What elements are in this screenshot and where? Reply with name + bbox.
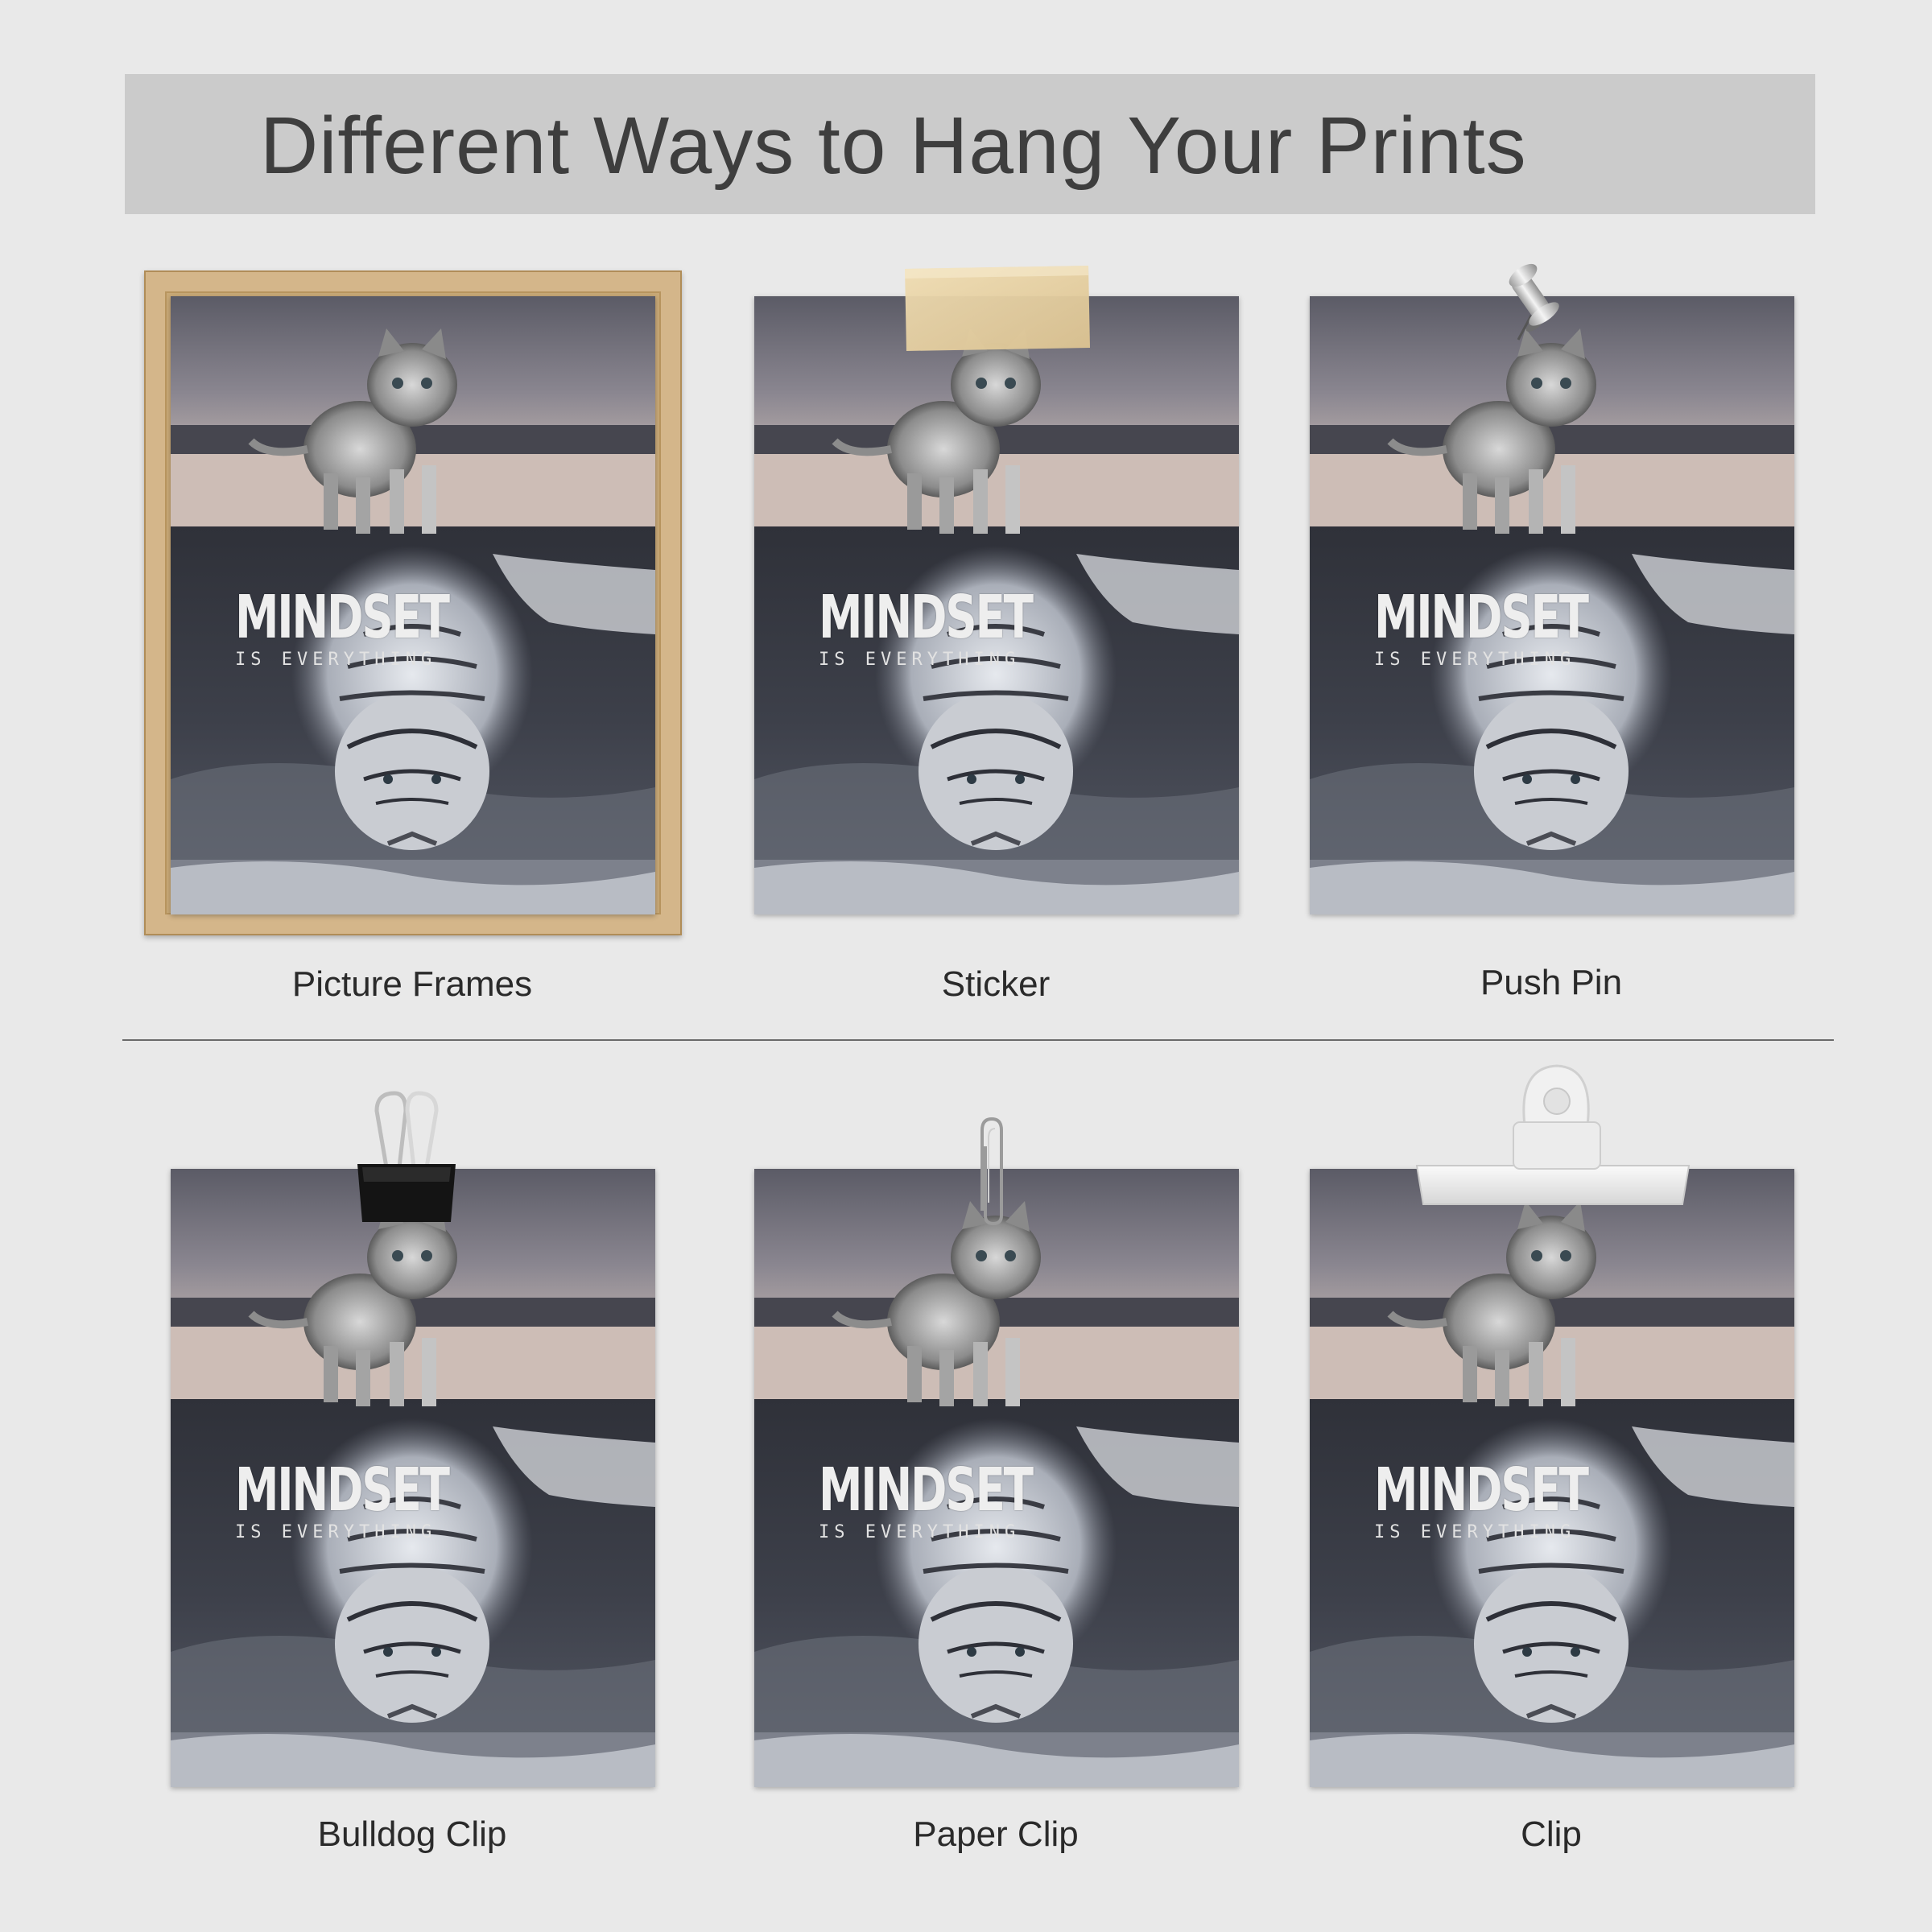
print-main-text: MINDSET [1374,583,1589,652]
print-sub-text: IS EVERYTHING [1374,1522,1576,1542]
print-main-text: MINDSET [1374,1455,1589,1525]
section-divider [122,1039,1834,1041]
print-main-text: MINDSET [235,1455,450,1525]
print-caption: MINDSET IS EVERYTHING [1374,588,1616,670]
method-label-sticker: Sticker [941,964,1051,1004]
print-card-picture-frames: MINDSET IS EVERYTHING [171,296,655,914]
print-caption: MINDSET IS EVERYTHING [235,588,477,670]
print-main-text: MINDSET [819,1455,1034,1525]
title-banner: Different Ways to Hang Your Prints [125,74,1815,214]
method-label-clip: Clip [1521,1814,1582,1854]
method-label-push-pin: Push Pin [1480,963,1623,1002]
print-caption: MINDSET IS EVERYTHING [819,1460,1060,1542]
tape-sticker-icon [905,266,1090,351]
print-caption: MINDSET IS EVERYTHING [819,588,1060,670]
print-card-paper-clip: MINDSET IS EVERYTHING [754,1169,1239,1787]
print-sub-text: IS EVERYTHING [235,1522,437,1542]
print-card-sticker: MINDSET IS EVERYTHING [754,296,1239,914]
binder-clip-icon [357,1091,456,1222]
print-caption: MINDSET IS EVERYTHING [1374,1460,1616,1542]
method-label-picture-frames: Picture Frames [291,964,533,1004]
print-caption: MINDSET IS EVERYTHING [235,1460,477,1542]
plastic-clip-icon [1415,1064,1690,1205]
page-title: Different Ways to Hang Your Prints [260,101,1527,191]
push-pin-icon [1509,263,1559,341]
print-sub-text: IS EVERYTHING [235,650,437,670]
print-main-text: MINDSET [235,583,450,652]
method-label-paper-clip: Paper Clip [913,1814,1079,1854]
print-card-push-pin: MINDSET IS EVERYTHING [1310,296,1794,914]
print-main-text: MINDSET [819,583,1034,652]
print-card-clip: MINDSET IS EVERYTHING [1310,1169,1794,1787]
print-card-bulldog-clip: MINDSET IS EVERYTHING [171,1169,655,1787]
print-sub-text: IS EVERYTHING [1374,650,1576,670]
paper-clip-icon [980,1117,1003,1226]
method-label-bulldog-clip: Bulldog Clip [317,1814,507,1854]
print-sub-text: IS EVERYTHING [819,650,1021,670]
print-sub-text: IS EVERYTHING [819,1522,1021,1542]
